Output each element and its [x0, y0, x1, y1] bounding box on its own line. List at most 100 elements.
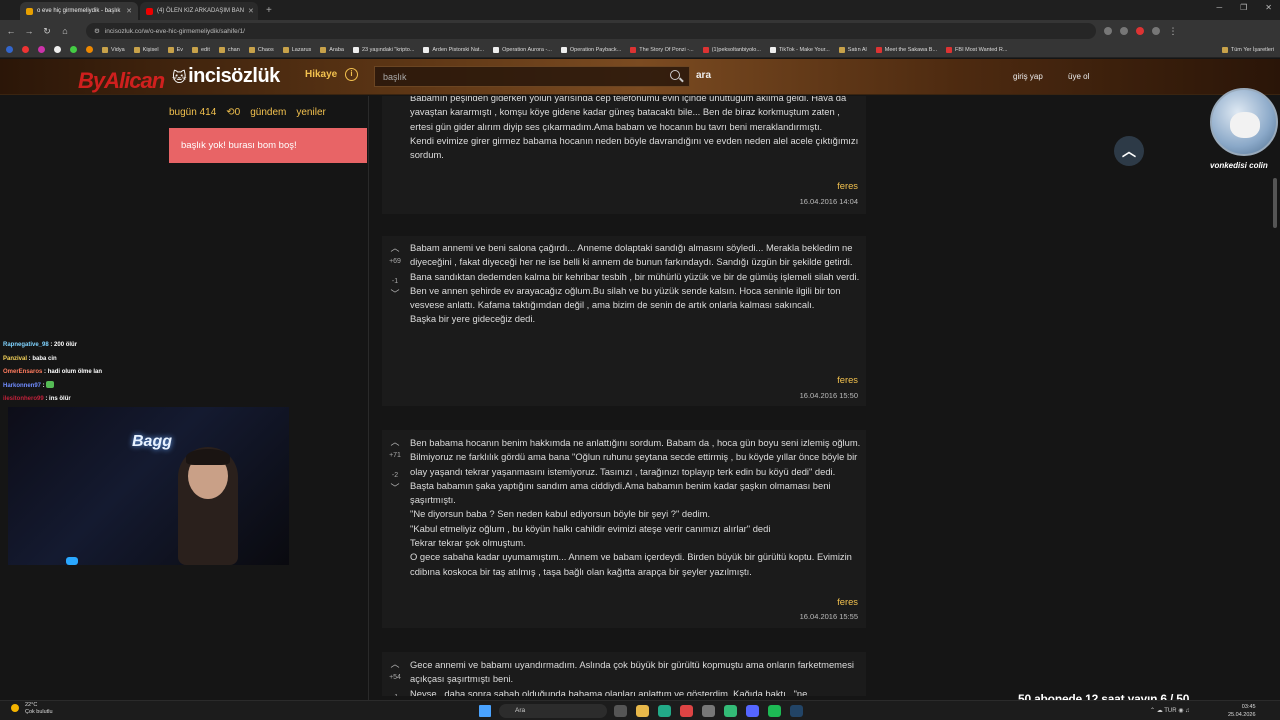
entry: ︿ +69 -1 ﹀ Babam annemi ve beni salona ç…	[382, 236, 866, 406]
clock[interactable]: 03:45 25.04.2026	[1228, 703, 1256, 719]
spotify-icon[interactable]	[768, 705, 781, 717]
extension-icon[interactable]	[1136, 27, 1144, 35]
close-tab-icon[interactable]: ✕	[248, 7, 254, 15]
search-button[interactable]: ara	[696, 70, 711, 81]
entry: Babamın peşinden giderken yolun yarısınd…	[382, 96, 866, 214]
vote-box: ︿ +71 -2 ﹀	[386, 436, 404, 495]
scroll-to-top-button[interactable]: ︿	[1114, 136, 1144, 166]
system-tray[interactable]: ⌃ ☁ TUR ◉ ♫	[1150, 707, 1190, 714]
file-explorer-icon[interactable]	[636, 705, 649, 717]
x-bookmark-icon[interactable]	[54, 46, 61, 53]
upvote-count: +54	[389, 674, 401, 681]
entry-date[interactable]: 16.04.2016 15:55	[800, 612, 858, 621]
bookmark-item[interactable]: The Story Of Ponzi -...	[630, 46, 694, 53]
bookmark-icon[interactable]	[86, 46, 93, 53]
info-icon[interactable]: i	[345, 68, 358, 81]
bookmark-item[interactable]: Lazarus	[282, 46, 311, 53]
entry-date[interactable]: 16.04.2016 14:04	[800, 197, 858, 206]
folder-icon	[1221, 46, 1228, 53]
bookmark-item[interactable]: (1)peksoltanbiyolo...	[702, 46, 761, 53]
discord-icon[interactable]	[746, 705, 759, 717]
hikaye-link[interactable]: Hikaye	[305, 69, 337, 80]
instagram-bookmark-icon[interactable]	[38, 46, 45, 53]
login-link[interactable]: giriş yap	[1013, 72, 1043, 81]
page-icon	[838, 46, 845, 53]
bookmark-item[interactable]: Satın Al	[838, 46, 867, 53]
bookmark-item[interactable]: 23 yaşındaki "kripto...	[352, 46, 414, 53]
upvote-icon[interactable]: ︿	[386, 658, 404, 671]
entry-author[interactable]: feres	[837, 374, 858, 385]
back-icon[interactable]: ←	[6, 26, 16, 36]
app-icon[interactable]	[724, 705, 737, 717]
maximize-icon[interactable]: ❐	[1240, 3, 1247, 12]
steam-icon[interactable]	[790, 705, 803, 717]
extension-icon[interactable]	[1120, 27, 1128, 35]
chrome-icon[interactable]	[680, 705, 693, 717]
reply-count[interactable]: ⟲0	[226, 107, 240, 118]
all-bookmarks[interactable]: Tüm Yer İşaretleri	[1221, 46, 1274, 53]
bookmark-icon[interactable]	[70, 46, 77, 53]
weather-widget[interactable]: 22°C Çok bulutlu	[11, 702, 53, 716]
bookmark-item[interactable]: Vidya	[102, 46, 125, 53]
facebook-bookmark-icon[interactable]	[6, 46, 13, 53]
entry-author[interactable]: feres	[837, 180, 858, 191]
app-icon[interactable]	[658, 705, 671, 717]
empty-alert: başlık yok! burası bom boş!	[169, 128, 367, 163]
bookmark-item[interactable]: Meet the Sakawa B...	[875, 46, 937, 53]
address-bar-row: ← → ↻ ⌂ ⚙ incisozluk.co/w/o-eve-hic-girm…	[0, 20, 1280, 42]
extension-icon[interactable]	[1152, 27, 1160, 35]
bookmark-item[interactable]: Ev	[167, 46, 183, 53]
bookmark-item[interactable]: Araba	[320, 46, 344, 53]
scrollbar[interactable]	[1273, 178, 1277, 228]
folder-icon	[192, 46, 198, 53]
page-icon	[493, 46, 500, 53]
bookmark-item[interactable]: FBI Most Wanted R...	[946, 46, 1007, 53]
browser-menu-icon[interactable]: ⋮	[1168, 26, 1178, 37]
gundem-link[interactable]: gündem	[250, 107, 286, 118]
upvote-icon[interactable]: ︿	[386, 436, 404, 449]
page-icon	[560, 46, 567, 53]
bookmark-item[interactable]: Operation Payback...	[560, 46, 621, 53]
search-input[interactable]: başlık	[374, 66, 690, 87]
today-link[interactable]: bugün 414	[169, 107, 216, 118]
site-info-icon[interactable]: ⚙	[94, 27, 100, 35]
extension-icon[interactable]	[1104, 27, 1112, 35]
close-tab-icon[interactable]: ✕	[126, 7, 132, 15]
register-link[interactable]: üye ol	[1068, 72, 1089, 81]
url-field[interactable]: ⚙ incisozluk.co/w/o-eve-hic-girmemeliydi…	[86, 23, 1096, 39]
site-header: 🐱 incisözlük Hikaye i başlık ara giriş ya…	[0, 59, 1280, 95]
new-tab-icon[interactable]: +	[260, 2, 278, 20]
taskbar-search[interactable]: Ara	[499, 704, 607, 718]
upvote-icon[interactable]: ︿	[386, 242, 404, 255]
task-view-icon[interactable]	[614, 705, 627, 717]
downvote-icon[interactable]: ﹀	[386, 482, 404, 495]
bookmark-item[interactable]: Arden Pistorski Nat...	[423, 46, 484, 53]
entry-author[interactable]: feres	[837, 596, 858, 607]
weather-icon	[11, 704, 19, 712]
upvote-count: +69	[389, 258, 401, 265]
taskbar-apps	[614, 705, 803, 717]
browser-tab-bar: o eve hiç girmemeliydik - başlık ✕ (4) Ö…	[0, 0, 1280, 20]
site-logo[interactable]: 🐱 incisözlük	[172, 65, 280, 88]
browser-tab[interactable]: o eve hiç girmemeliydik - başlık ✕	[20, 2, 138, 20]
browser-tab[interactable]: (4) ÖLEN KIZ ARKADAŞIM BAN ✕	[140, 2, 258, 20]
bookmark-item[interactable]: edit	[192, 46, 210, 53]
app-icon[interactable]	[702, 705, 715, 717]
yeniler-link[interactable]: yeniler	[296, 107, 325, 118]
forward-icon[interactable]: →	[24, 26, 34, 36]
bookmark-item[interactable]: Operation Aurora -...	[493, 46, 552, 53]
youtube-favicon-icon	[146, 7, 153, 15]
close-window-icon[interactable]: ✕	[1265, 3, 1272, 12]
search-icon[interactable]	[670, 70, 680, 80]
minimize-icon[interactable]: ─	[1216, 3, 1222, 12]
home-icon[interactable]: ⌂	[60, 26, 70, 36]
entry-date[interactable]: 16.04.2016 15:50	[800, 391, 858, 400]
reload-icon[interactable]: ↻	[42, 26, 52, 37]
bookmark-item[interactable]: chan	[218, 46, 240, 53]
youtube-bookmark-icon[interactable]	[22, 46, 29, 53]
bookmark-item[interactable]: Chaos	[248, 46, 274, 53]
bookmark-item[interactable]: Kişisel	[133, 46, 159, 53]
start-button-icon[interactable]	[479, 705, 491, 717]
bookmark-item[interactable]: TikTok - Make Your...	[769, 46, 830, 53]
downvote-icon[interactable]: ﹀	[386, 288, 404, 301]
